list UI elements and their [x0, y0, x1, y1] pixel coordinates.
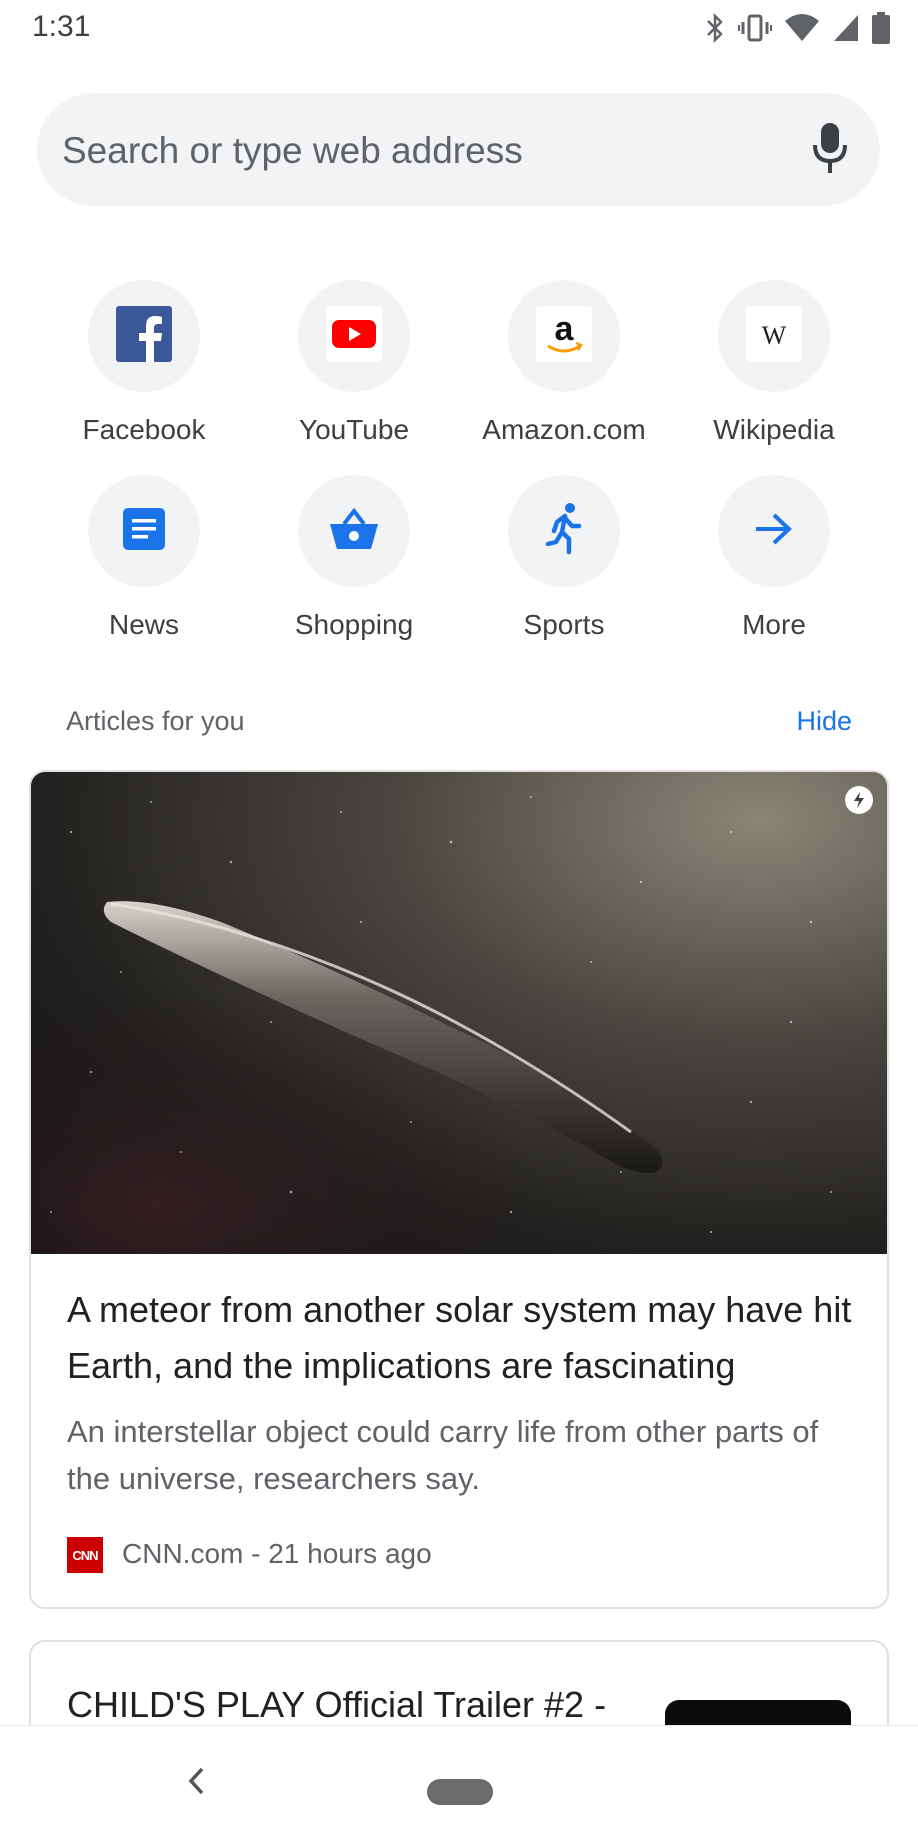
shortcut-label: News: [108, 609, 179, 640]
shortcut-label: YouTube: [298, 414, 410, 445]
vibrate-icon: [738, 13, 772, 43]
signal-icon: [832, 13, 860, 43]
article-title[interactable]: A meteor from another solar system may h…: [67, 1282, 867, 1394]
news-icon: [122, 507, 166, 556]
shortcut-news[interactable]: News: [39, 475, 249, 641]
bluetooth-icon: [704, 13, 726, 43]
article-source: CNN.com - 21 hours ago: [122, 1538, 432, 1569]
article-title[interactable]: CHILD'S PLAY Official Trailer #2 -: [67, 1684, 606, 1726]
hide-articles-link[interactable]: Hide: [796, 706, 852, 737]
battery-icon: [872, 12, 890, 44]
shortcut-shopping[interactable]: Shopping: [249, 475, 459, 641]
search-input[interactable]: Search or type web address: [62, 130, 523, 172]
amazon-icon: a: [536, 305, 592, 367]
wifi-icon: [784, 13, 820, 43]
shortcut-label: Sports: [523, 609, 605, 640]
status-icons: [704, 12, 890, 44]
articles-header: Articles for you: [66, 706, 245, 736]
shortcut-label: More: [742, 609, 806, 640]
shortcut-youtube[interactable]: YouTube: [249, 280, 459, 446]
amp-lightning-icon: [845, 786, 873, 814]
shortcut-wikipedia[interactable]: W Wikipedia: [669, 280, 879, 446]
shortcut-facebook[interactable]: Facebook: [39, 280, 249, 446]
shortcut-amazon[interactable]: a Amazon.com: [459, 280, 669, 446]
shortcut-label: Wikipedia: [713, 414, 835, 445]
shopping-basket-icon: [328, 507, 380, 556]
search-bar[interactable]: Search or type web address: [37, 93, 880, 206]
mic-icon[interactable]: [812, 121, 848, 180]
shortcut-label: Facebook: [82, 414, 206, 445]
cnn-logo-icon: CNN: [67, 1537, 103, 1573]
back-icon[interactable]: [186, 1766, 206, 1801]
youtube-icon: [326, 305, 382, 367]
article-summary: An interstellar object could carry life …: [67, 1414, 819, 1496]
svg-text:a: a: [555, 310, 575, 348]
shortcut-label: Shopping: [294, 609, 414, 640]
shortcut-label: Amazon.com: [482, 414, 646, 445]
arrow-right-icon: [754, 512, 794, 551]
status-time: 1:31: [32, 10, 91, 43]
home-pill-button[interactable]: [427, 1779, 493, 1805]
status-bar: 1:31: [0, 0, 918, 56]
shortcut-sports[interactable]: Sports: [459, 475, 669, 641]
facebook-icon: [116, 305, 172, 367]
running-icon: [544, 502, 584, 561]
article-card[interactable]: A meteor from another solar system may h…: [29, 770, 889, 1609]
asteroid-image: [31, 772, 887, 1254]
article-image[interactable]: [31, 772, 887, 1254]
wikipedia-icon: W: [746, 305, 802, 367]
navigation-bar: [0, 1725, 918, 1837]
svg-text:W: W: [762, 321, 787, 350]
shortcut-more[interactable]: More: [669, 475, 879, 641]
